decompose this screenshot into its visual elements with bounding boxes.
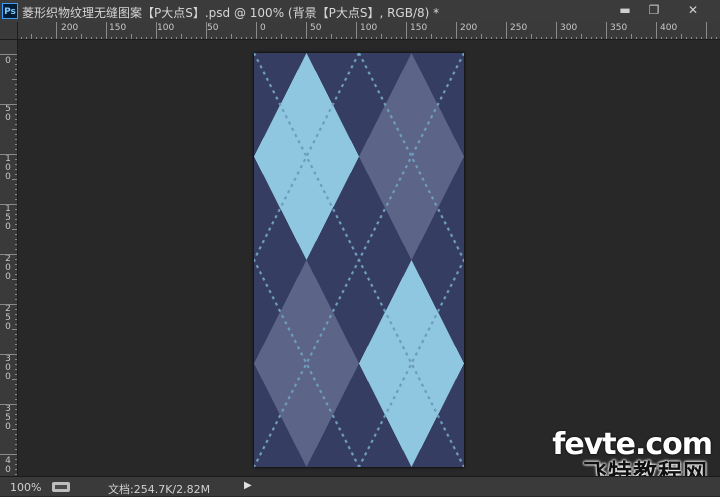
ruler-label: 350 — [610, 23, 628, 33]
ruler-label: 250 — [510, 23, 528, 33]
ruler-tick — [306, 22, 307, 39]
ruler-label: 300 — [5, 354, 11, 382]
ruler-tick — [0, 404, 17, 405]
maximize-button[interactable]: ❐ — [641, 2, 667, 19]
ruler-tick — [56, 22, 57, 39]
ruler-label: 150 — [410, 23, 428, 33]
ruler-label: 150 — [109, 23, 127, 33]
ruler-tick — [456, 22, 457, 39]
title-bar: Ps 菱形织物纹理无缝图案【P大点S】.psd @ 100% (背景【P大点S】… — [0, 0, 720, 23]
ruler-tick — [0, 204, 17, 205]
ruler-tick — [356, 22, 357, 39]
ruler-tick — [0, 354, 17, 355]
close-button[interactable]: ✕ — [673, 2, 713, 19]
ruler-label: 400 — [660, 23, 678, 33]
ruler-tick — [206, 22, 207, 39]
ruler-tick — [256, 22, 257, 39]
document-title: 菱形织物纹理无缝图案【P大点S】.psd @ 100% (背景【P大点S】, R… — [22, 6, 440, 20]
ruler-tick — [506, 22, 507, 39]
ruler-label: 50 — [310, 23, 322, 33]
ruler-tick — [106, 22, 107, 39]
ruler-label: 200 — [5, 254, 11, 282]
ruler-tick — [406, 22, 407, 39]
ruler-label: 40 — [5, 456, 11, 475]
ruler-tick — [0, 54, 17, 55]
ruler-tick — [0, 104, 17, 105]
ruler-label: 50 — [207, 23, 219, 33]
status-menu-arrow-icon[interactable]: ▶ — [244, 480, 252, 491]
argyle-pattern-image — [43, 52, 720, 468]
status-bar: 100% 文档:254.7K/2.82M ▶ — [0, 476, 720, 496]
ruler-tick — [706, 22, 707, 39]
ruler-tick — [556, 22, 557, 39]
ruler-label: 100 — [360, 23, 378, 33]
minimize-button[interactable]: ▬ — [612, 2, 638, 19]
ruler-tick — [606, 22, 607, 39]
ruler-tick — [0, 254, 17, 255]
document-size-info: 文档:254.7K/2.82M — [108, 483, 211, 496]
photoshop-logo-icon: Ps — [2, 3, 18, 19]
ruler-label: 200 — [61, 23, 79, 33]
ruler-tick — [0, 304, 17, 305]
ruler-label: 250 — [5, 304, 11, 332]
ruler-tick — [0, 454, 17, 455]
ruler-origin-corner[interactable] — [0, 22, 18, 40]
navigator-icon[interactable] — [52, 482, 70, 492]
ruler-label: 300 — [560, 23, 578, 33]
ruler-tick — [156, 22, 157, 39]
document-canvas[interactable] — [43, 52, 720, 468]
ruler-label: 200 — [460, 23, 478, 33]
horizontal-ruler[interactable]: 020015010050050100150200250300350400 — [18, 22, 720, 40]
ruler-tick — [0, 154, 17, 155]
watermark-domain: fevte.com — [552, 427, 713, 462]
ruler-label: 50 — [5, 104, 11, 123]
ruler-tick — [656, 22, 657, 39]
zoom-level[interactable]: 100% — [10, 481, 41, 494]
ruler-label: 350 — [5, 404, 11, 432]
vertical-ruler[interactable]: 0 50 100 150 200 250 300 350 40 — [0, 40, 18, 476]
ruler-label: 150 — [5, 204, 11, 232]
ruler-label: 100 — [157, 23, 175, 33]
ruler-label: 100 — [5, 154, 11, 182]
ruler-label: 0 — [260, 23, 266, 33]
ruler-label: 0 — [5, 56, 11, 66]
